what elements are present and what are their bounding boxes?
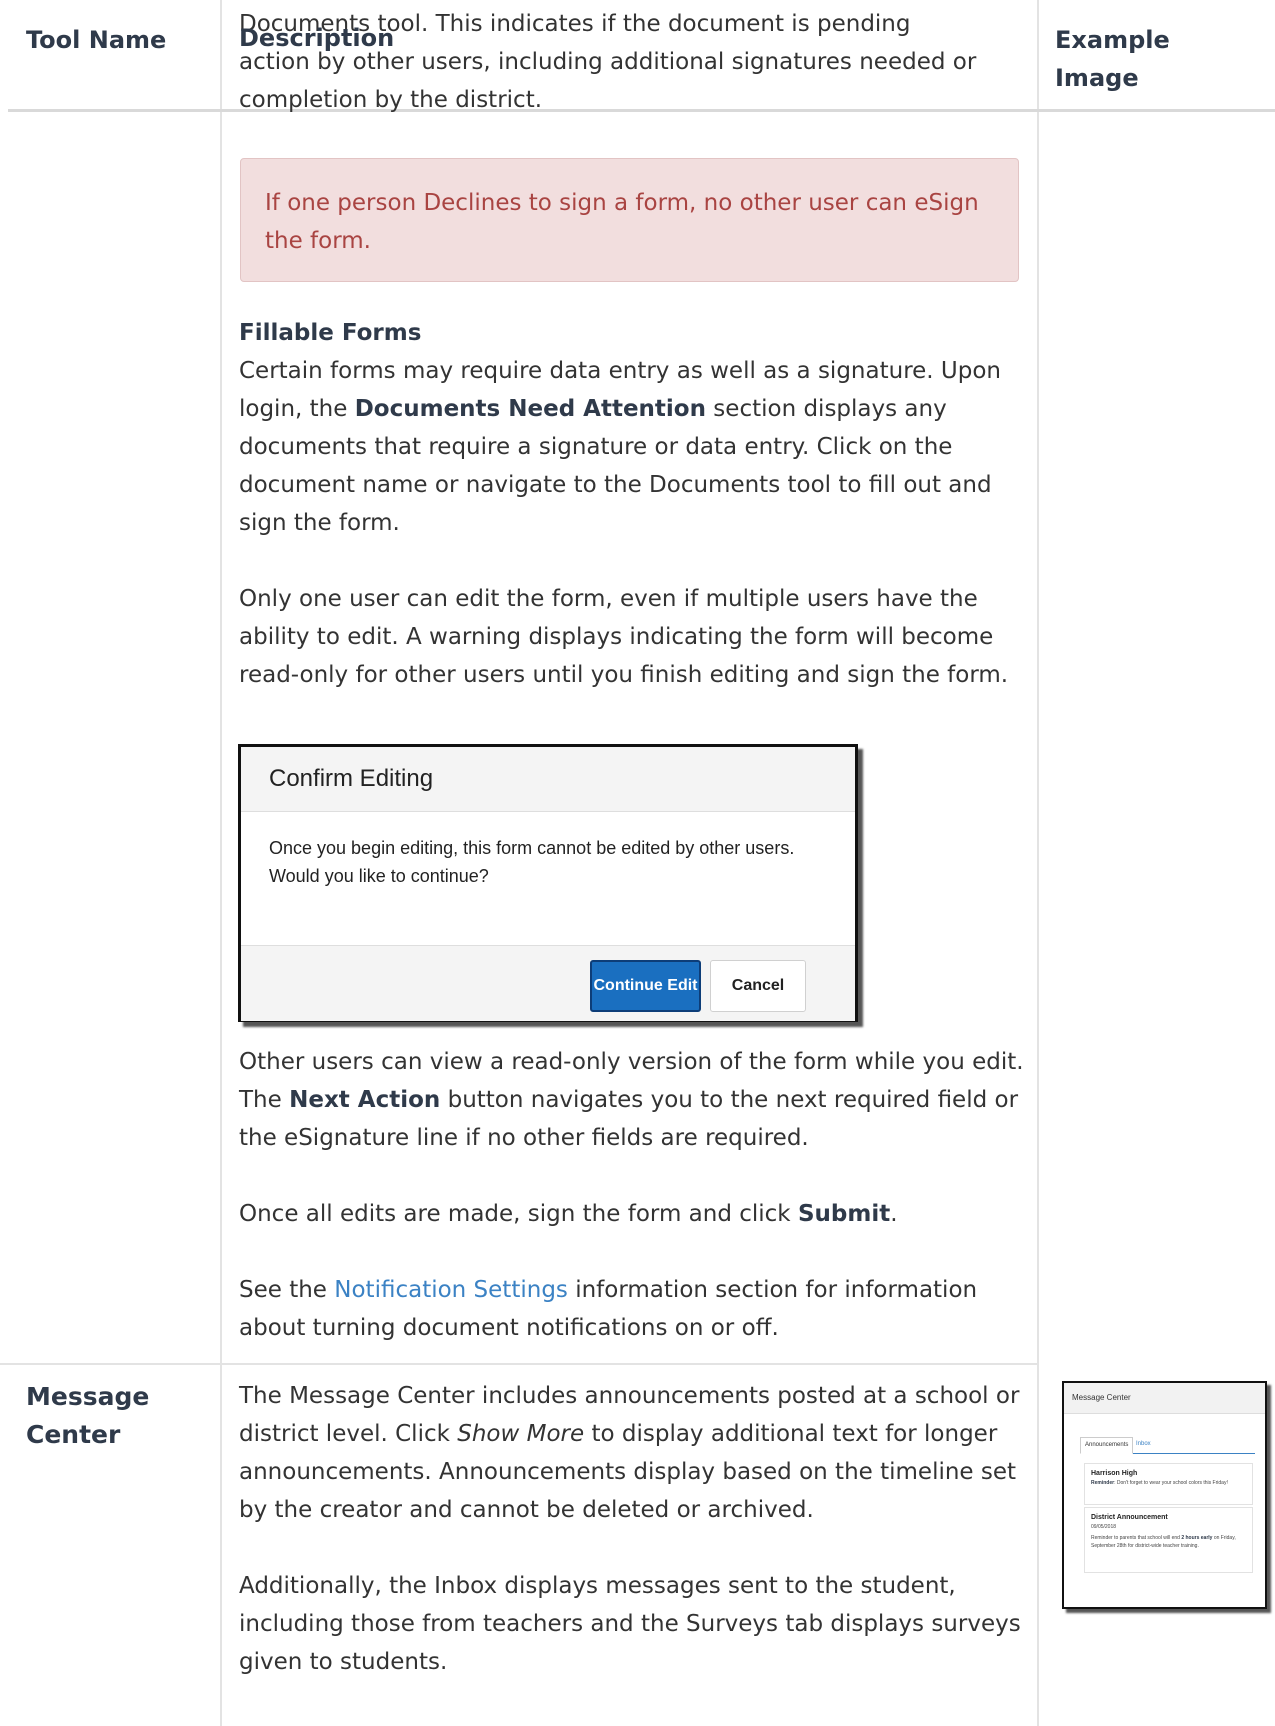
message-center-paragraph: The Message Center includes announcement… — [239, 1383, 1020, 1523]
read-only-paragraph: Other users can view a read-only version… — [239, 1049, 1024, 1151]
dialog-footer: Continue Edit Cancel — [241, 945, 855, 1021]
confirm-editing-dialog-image: Confirm Editing Once you begin editing, … — [238, 744, 858, 1022]
warning-alert: If one person Declines to sign a form, n… — [240, 158, 1019, 282]
fillable-forms-paragraph: Certain forms may require data entry as … — [239, 358, 1001, 536]
submit-paragraph: Once all edits are made, sign the form a… — [239, 1201, 898, 1227]
thumbnail-tabs: Announcements Inbox — [1080, 1437, 1255, 1454]
message-center-example-image: Message Center Announcements Inbox Harri… — [1062, 1381, 1267, 1609]
tool-name-message-center: Message Center — [26, 1382, 150, 1449]
header-example-image: Example Image — [1055, 26, 1170, 92]
dialog-body: Once you begin editing, this form cannot… — [269, 838, 795, 886]
thumbnail-tab-inbox: Inbox — [1136, 1441, 1151, 1447]
dialog-title: Confirm Editing — [241, 747, 855, 812]
row-divider — [0, 1363, 1037, 1365]
message-center-description: The Message Center includes announcement… — [239, 1377, 1029, 1681]
fillable-forms-section: Fillable Forms Certain forms may require… — [239, 314, 1029, 694]
inbox-paragraph: Additionally, the Inbox displays message… — [239, 1573, 1021, 1675]
cancel-button: Cancel — [710, 960, 806, 1012]
thumbnail-title: Message Center — [1064, 1383, 1265, 1414]
single-editor-paragraph: Only one user can edit the form, even if… — [239, 586, 1009, 688]
header-description: Description — [239, 24, 395, 52]
notification-settings-link[interactable]: Notification Settings — [334, 1277, 568, 1303]
notification-paragraph: See the Notification Settings informatio… — [239, 1277, 978, 1341]
thumbnail-card-harrison: Harrison High Reminder: Don't forget to … — [1084, 1463, 1253, 1505]
header-tool-name: Tool Name — [26, 26, 167, 54]
alert-text: If one person Declines to sign a form, n… — [265, 190, 979, 254]
after-dialog-section: Other users can view a read-only version… — [239, 1043, 1029, 1347]
column-divider-right — [1037, 0, 1039, 1726]
thumbnail-tab-announcements: Announcements — [1080, 1437, 1134, 1454]
fillable-forms-heading: Fillable Forms — [239, 320, 422, 346]
column-divider-left — [220, 0, 222, 1726]
thumbnail-card-district: District Announcement 09/05/2018 Reminde… — [1084, 1507, 1253, 1573]
continue-edit-button: Continue Edit — [590, 960, 701, 1012]
